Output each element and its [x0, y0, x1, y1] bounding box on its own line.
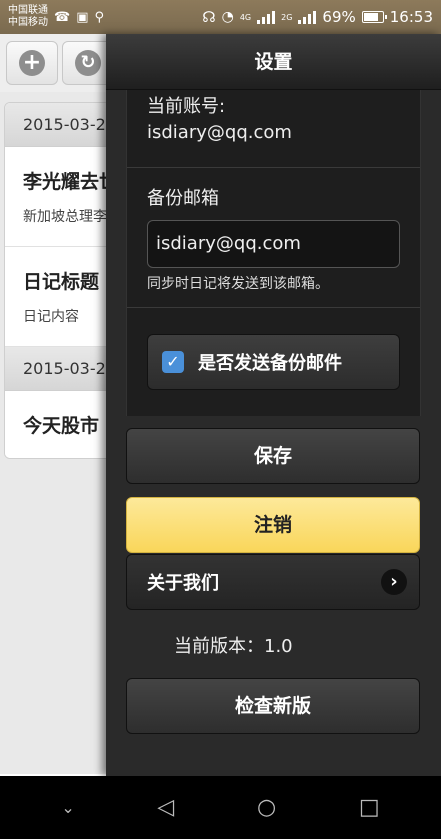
image-icon: ▣ — [76, 9, 89, 25]
network-type-2: 2G — [281, 12, 293, 22]
checkmark-icon: ✓ — [162, 351, 184, 373]
battery-icon — [361, 11, 387, 23]
backup-email-field[interactable]: isdiary@qq.com — [147, 220, 400, 268]
send-backup-section: ✓ 是否发送备份邮件 — [127, 308, 420, 416]
chevron-right-icon: › — [381, 569, 407, 595]
refresh-icon: ↻ — [75, 50, 101, 76]
current-account-label: 当前账号: — [147, 96, 226, 117]
navigation-bar: ⌄ ◁ ○ □ — [0, 776, 441, 839]
recents-icon[interactable]: □ — [359, 795, 380, 820]
signal-icon-1 — [257, 10, 276, 24]
panel-title: 设置 — [106, 34, 441, 90]
version-text: 当前版本：1.0 — [174, 636, 293, 657]
backup-email-label: 备份邮箱 — [147, 188, 219, 209]
plus-icon: + — [19, 50, 45, 76]
current-account-section: 当前账号: isdiary@qq.com — [127, 90, 420, 168]
about-us-button[interactable]: 关于我们 › — [126, 554, 420, 610]
carrier-1: 中国联通 — [8, 5, 48, 16]
status-bar: 中国联通 中国移动 ☎ ▣ ⚲ ☊ ◔ 4G 2G 69% 16:53 — [0, 0, 441, 34]
usb-icon: ⚲ — [94, 9, 105, 25]
battery-percent: 69% — [322, 8, 356, 26]
chevron-down-icon[interactable]: ⌄ — [61, 798, 74, 817]
about-us-label: 关于我们 — [147, 573, 219, 594]
settings-panel: 设置 当前账号: isdiary@qq.com 备份邮箱 isdiary@qq.… — [106, 34, 441, 776]
signal-icon-2 — [298, 10, 317, 24]
current-account-value: isdiary@qq.com — [147, 122, 292, 143]
logout-button[interactable]: 注销 — [126, 497, 420, 553]
back-icon[interactable]: ◁ — [157, 795, 174, 820]
settings-form: 当前账号: isdiary@qq.com 备份邮箱 isdiary@qq.com… — [126, 90, 421, 416]
add-button[interactable]: + — [6, 41, 58, 85]
backup-email-section: 备份邮箱 isdiary@qq.com 同步时日记将发送到该邮箱。 — [127, 168, 420, 308]
clock: 16:53 — [389, 8, 433, 26]
home-icon[interactable]: ○ — [257, 795, 276, 820]
missed-call-icon: ☎ — [54, 9, 71, 25]
send-backup-checkbox[interactable]: ✓ 是否发送备份邮件 — [147, 334, 400, 390]
network-type-1: 4G — [239, 12, 252, 22]
save-button[interactable]: 保存 — [126, 428, 420, 484]
carrier-2: 中国移动 — [8, 17, 48, 28]
check-update-button[interactable]: 检查新版 — [126, 678, 420, 734]
headphone-icon: ☊ — [202, 8, 216, 26]
backup-email-hint: 同步时日记将发送到该邮箱。 — [147, 276, 329, 292]
send-backup-label: 是否发送备份邮件 — [198, 353, 342, 374]
carrier-info: 中国联通 中国移动 — [8, 5, 48, 29]
wifi-icon: ◔ — [221, 9, 234, 25]
